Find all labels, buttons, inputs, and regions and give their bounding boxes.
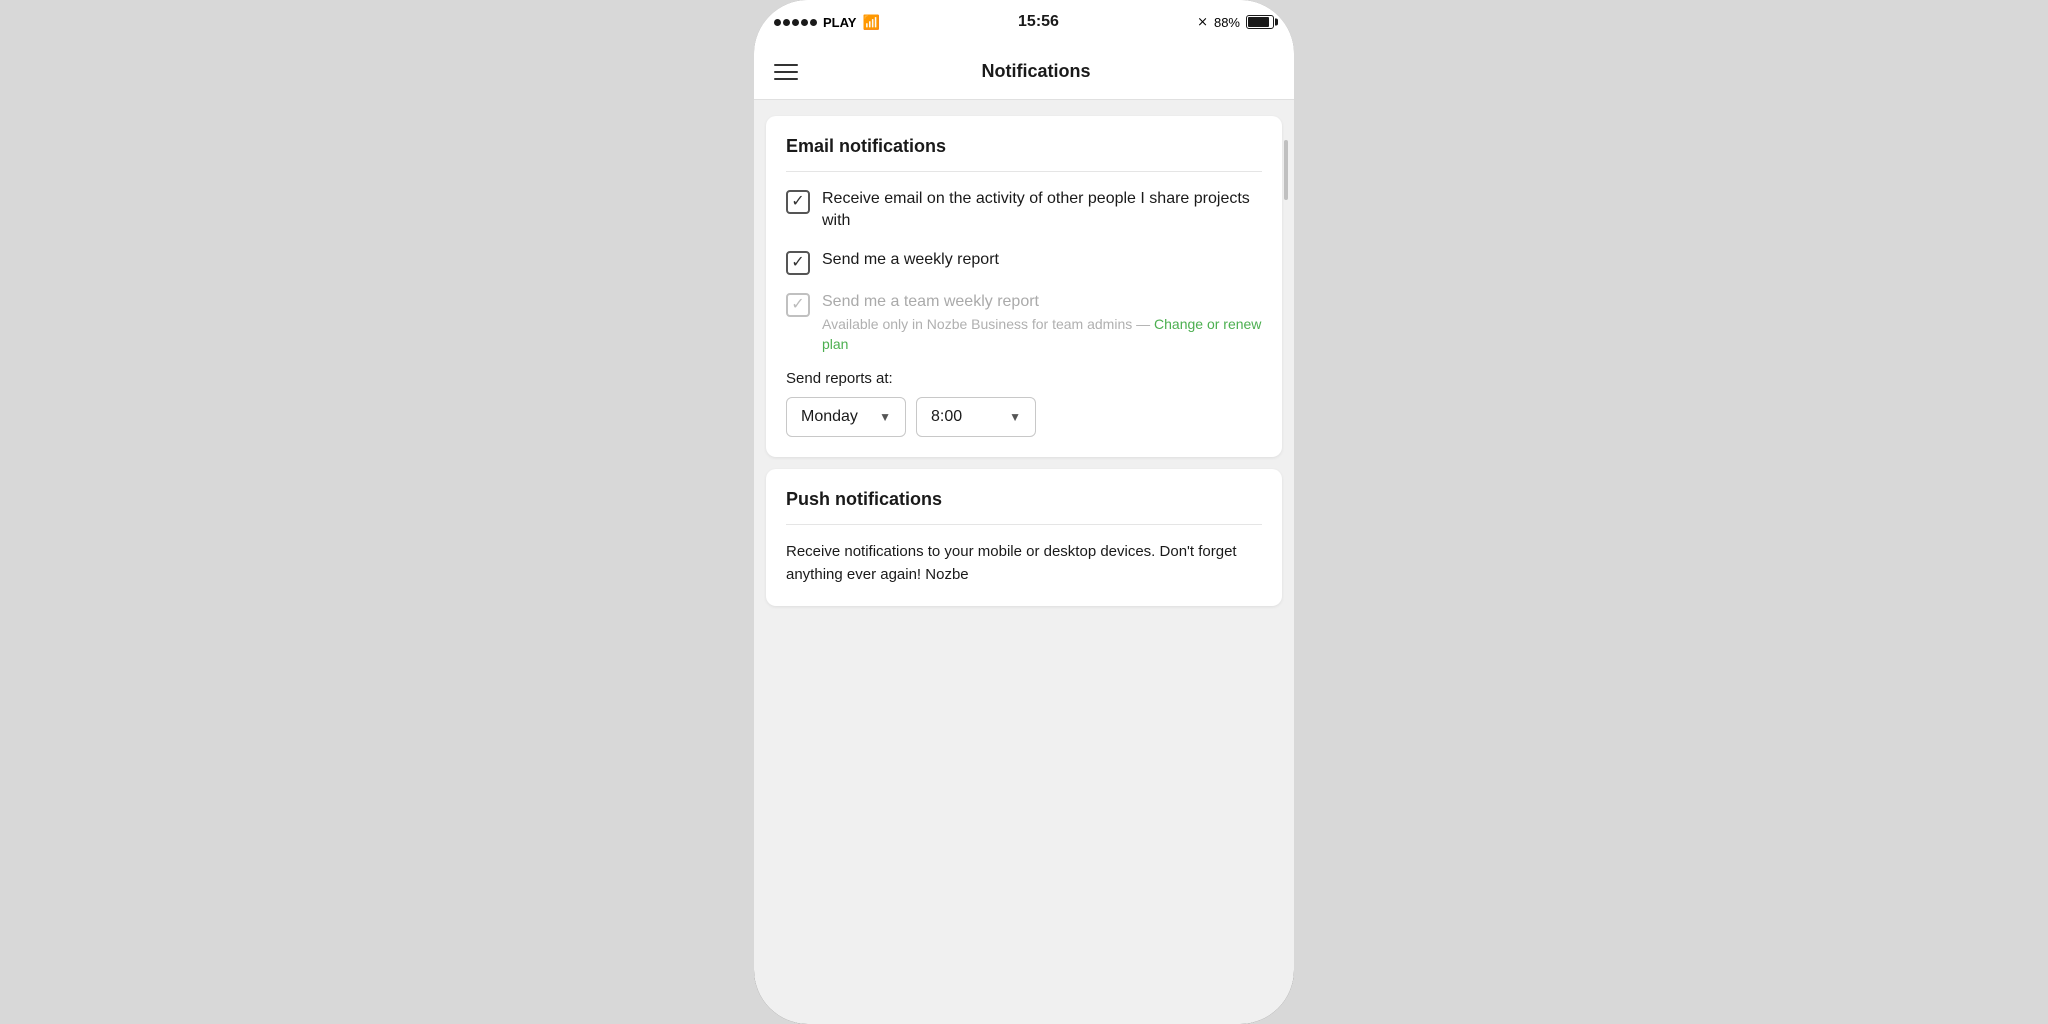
status-right: ⨯ 88% (1197, 14, 1274, 30)
battery-fill (1248, 17, 1269, 27)
day-dropdown-arrow: ▼ (879, 410, 891, 424)
email-notifications-card: Email notifications ✓ Receive email on t… (766, 116, 1282, 457)
checkbox-weekly[interactable]: ✓ (786, 251, 810, 275)
checkbox-item-team-weekly: ✓ Send me a team weekly report Available… (786, 291, 1262, 355)
checkbox-item-weekly: ✓ Send me a weekly report (786, 249, 1262, 275)
status-bar: PLAY 📶 15:56 ⨯ 88% (754, 0, 1294, 44)
hamburger-menu-button[interactable] (774, 64, 798, 80)
battery-percent: 88% (1214, 15, 1240, 30)
status-time: 15:56 (1018, 13, 1059, 31)
scroll-indicator (1284, 140, 1288, 200)
day-dropdown-value: Monday (801, 408, 858, 426)
hamburger-line-1 (774, 64, 798, 66)
availability-description: Available only in Nozbe Business for tea… (822, 316, 1150, 332)
carrier-name: PLAY (823, 15, 856, 30)
day-dropdown[interactable]: Monday ▼ (786, 397, 906, 437)
page-title: Notifications (798, 61, 1274, 82)
push-notifications-description: Receive notifications to your mobile or … (786, 541, 1262, 586)
battery-icon (1246, 15, 1274, 29)
checkmark-icon-3: ✓ (791, 297, 804, 313)
nav-bar: Notifications (754, 44, 1294, 100)
checkbox-item-activity: ✓ Receive email on the activity of other… (786, 188, 1262, 233)
phone-screen: PLAY 📶 15:56 ⨯ 88% Notifications (754, 0, 1294, 1024)
push-notifications-title: Push notifications (786, 489, 1262, 525)
content-area: Email notifications ✓ Receive email on t… (754, 100, 1294, 1024)
checkmark-icon: ✓ (791, 194, 804, 210)
hamburger-line-3 (774, 78, 798, 80)
checkmark-icon-2: ✓ (791, 255, 804, 271)
wifi-icon: 📶 (862, 14, 879, 31)
checkbox-team-weekly-content: Send me a team weekly report Available o… (822, 291, 1262, 355)
dropdowns-row: Monday ▼ 8:00 ▼ (786, 397, 1262, 437)
checkbox-weekly-label: Send me a weekly report (822, 249, 999, 271)
availability-text: Available only in Nozbe Business for tea… (822, 315, 1262, 354)
email-notifications-title: Email notifications (786, 136, 1262, 172)
status-left: PLAY 📶 (774, 14, 880, 31)
hamburger-line-2 (774, 71, 798, 73)
checkbox-activity[interactable]: ✓ (786, 190, 810, 214)
bluetooth-icon: ⨯ (1197, 14, 1208, 30)
time-dropdown-value: 8:00 (931, 408, 962, 426)
checkbox-team-weekly[interactable]: ✓ (786, 293, 810, 317)
push-notifications-card: Push notifications Receive notifications… (766, 469, 1282, 606)
phone-frame: PLAY 📶 15:56 ⨯ 88% Notifications (754, 0, 1294, 1024)
checkbox-team-weekly-label: Send me a team weekly report (822, 293, 1039, 310)
send-reports-label: Send reports at: (786, 370, 1262, 387)
time-dropdown-arrow: ▼ (1009, 410, 1021, 424)
signal-icon (774, 19, 817, 26)
checkbox-activity-label: Receive email on the activity of other p… (822, 188, 1262, 233)
time-dropdown[interactable]: 8:00 ▼ (916, 397, 1036, 437)
